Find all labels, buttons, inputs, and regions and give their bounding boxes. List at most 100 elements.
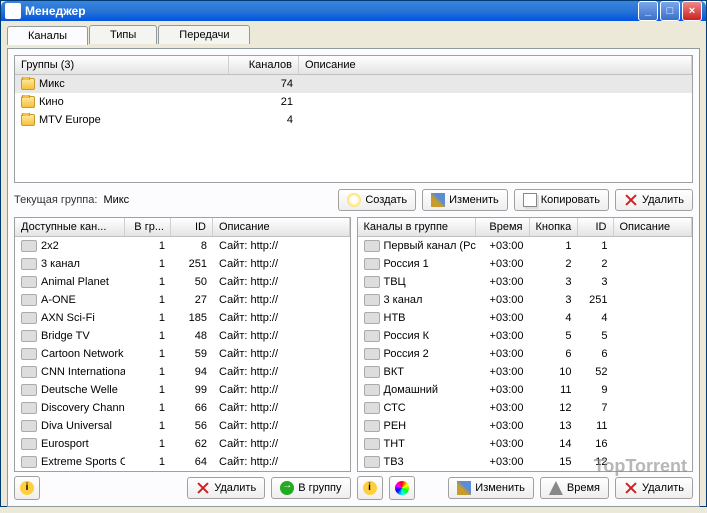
available-channels-grid: Доступные кан... В гр... ID Описание 2x2… xyxy=(14,217,351,472)
available-channel-row[interactable]: Deutsche Welle199Сайт: http:// xyxy=(15,381,350,399)
available-channel-row[interactable]: Bridge TV148Сайт: http:// xyxy=(15,327,350,345)
channel-icon xyxy=(21,330,37,342)
tab-types[interactable]: Типы xyxy=(89,25,157,44)
col-grp-time[interactable]: Время xyxy=(476,218,530,236)
delete-avail-button[interactable]: Удалить xyxy=(187,477,265,499)
col-avail-desc[interactable]: Описание xyxy=(213,218,350,236)
group-channel-row[interactable]: Первый канал (Рс+03:0011 xyxy=(358,237,693,255)
col-grp-id[interactable]: ID xyxy=(578,218,614,236)
channel-icon xyxy=(364,456,380,468)
copy-button[interactable]: Копировать xyxy=(514,189,609,211)
current-group-value: Микс xyxy=(103,194,129,206)
group-channel-row[interactable]: ТНТ+03:001416 xyxy=(358,435,693,453)
pencil-icon xyxy=(457,481,471,495)
create-button[interactable]: Создать xyxy=(338,189,416,211)
pencil-icon xyxy=(431,193,445,207)
channel-icon xyxy=(21,240,37,252)
folder-icon xyxy=(21,114,35,126)
info-icon: i xyxy=(20,481,34,495)
channel-icon xyxy=(364,420,380,432)
channel-icon xyxy=(21,438,37,450)
col-grp-btn[interactable]: Кнопка xyxy=(530,218,578,236)
group-channel-row[interactable]: ТВЦ+03:0033 xyxy=(358,273,693,291)
group-channel-row[interactable]: 3 канал+03:003251 xyxy=(358,291,693,309)
col-avail-grp[interactable]: В гр... xyxy=(125,218,171,236)
channel-icon xyxy=(364,402,380,414)
minimize-button[interactable]: _ xyxy=(638,1,658,21)
available-channel-row[interactable]: Extreme Sports Ch164Сайт: http:// xyxy=(15,453,350,471)
group-row[interactable]: Микс74 xyxy=(15,75,692,93)
available-channel-row[interactable]: AXN Sci-Fi1185Сайт: http:// xyxy=(15,309,350,327)
clock-icon xyxy=(549,481,563,495)
group-row[interactable]: Кино21 xyxy=(15,93,692,111)
close-button[interactable]: × xyxy=(682,1,702,21)
col-avail-name[interactable]: Доступные кан... xyxy=(15,218,125,236)
tab-channels[interactable]: Каналы xyxy=(7,26,88,45)
info-button-right[interactable]: i xyxy=(357,476,383,500)
col-group-channels[interactable]: Каналов xyxy=(229,56,299,74)
channel-icon xyxy=(21,420,37,432)
time-button[interactable]: Время xyxy=(540,477,609,499)
channel-icon xyxy=(21,258,37,270)
delete-group-channel-button[interactable]: Удалить xyxy=(615,477,693,499)
group-channel-row[interactable]: РЕН+03:001311 xyxy=(358,417,693,435)
col-group-name[interactable]: Группы (3) xyxy=(15,56,229,74)
channel-icon xyxy=(364,276,380,288)
window-title: Менеджер xyxy=(25,4,638,18)
channel-icon xyxy=(21,456,37,468)
channel-icon xyxy=(364,366,380,378)
channel-icon xyxy=(21,366,37,378)
channel-icon xyxy=(21,402,37,414)
channel-icon xyxy=(21,276,37,288)
sun-icon xyxy=(347,193,361,207)
app-icon xyxy=(5,3,21,19)
group-channel-row[interactable]: Россия 1+03:0022 xyxy=(358,255,693,273)
group-channel-row[interactable]: СТС+03:00127 xyxy=(358,399,693,417)
group-channels-grid: Каналы в группе Время Кнопка ID Описание… xyxy=(357,217,694,472)
group-channel-row[interactable]: Россия К+03:0055 xyxy=(358,327,693,345)
col-group-desc[interactable]: Описание xyxy=(299,56,692,74)
folder-icon xyxy=(21,96,35,108)
available-channel-row[interactable]: Discovery Channel166Сайт: http:// xyxy=(15,399,350,417)
palette-icon xyxy=(395,481,409,495)
group-channel-row[interactable]: НТВ+03:0044 xyxy=(358,309,693,327)
channel-icon xyxy=(21,348,37,360)
delete-icon xyxy=(624,481,638,495)
edit-button[interactable]: Изменить xyxy=(422,189,508,211)
available-channel-row[interactable]: CNN International194Сайт: http:// xyxy=(15,363,350,381)
tab-programs[interactable]: Передачи xyxy=(158,25,250,44)
col-avail-id[interactable]: ID xyxy=(171,218,213,236)
group-row[interactable]: MTV Europe4 xyxy=(15,111,692,129)
available-channel-row[interactable]: 2x218Сайт: http:// xyxy=(15,237,350,255)
color-button[interactable] xyxy=(389,476,415,500)
channel-icon xyxy=(364,240,380,252)
available-channel-row[interactable]: Animal Planet150Сайт: http:// xyxy=(15,273,350,291)
group-channel-row[interactable]: Домашний+03:00119 xyxy=(358,381,693,399)
available-channel-row[interactable]: A-ONE127Сайт: http:// xyxy=(15,291,350,309)
delete-button[interactable]: Удалить xyxy=(615,189,693,211)
channel-icon xyxy=(21,312,37,324)
col-grp-desc[interactable]: Описание xyxy=(614,218,693,236)
channel-icon xyxy=(364,384,380,396)
copy-icon xyxy=(523,193,537,207)
channel-icon xyxy=(364,312,380,324)
available-channel-row[interactable]: 3 канал1251Сайт: http:// xyxy=(15,255,350,273)
info-button-left[interactable]: i xyxy=(14,476,40,500)
available-channel-row[interactable]: Diva Universal156Сайт: http:// xyxy=(15,417,350,435)
col-grp-name[interactable]: Каналы в группе xyxy=(358,218,476,236)
edit-group-channel-button[interactable]: Изменить xyxy=(448,477,534,499)
channel-icon xyxy=(364,348,380,360)
available-channel-row[interactable]: Cartoon Network159Сайт: http:// xyxy=(15,345,350,363)
channel-icon xyxy=(21,294,37,306)
group-channel-row[interactable]: Россия 2+03:0066 xyxy=(358,345,693,363)
group-channel-row[interactable]: ТВ3+03:001512 xyxy=(358,453,693,471)
maximize-button[interactable]: □ xyxy=(660,1,680,21)
tabs: Каналы Типы Передачи xyxy=(7,25,700,44)
delete-icon xyxy=(196,481,210,495)
available-channel-row[interactable]: Eurosport162Сайт: http:// xyxy=(15,435,350,453)
group-channel-row[interactable]: ВКТ+03:001052 xyxy=(358,363,693,381)
current-group-label: Текущая группа: xyxy=(14,194,97,206)
channel-icon xyxy=(364,330,380,342)
to-group-button[interactable]: В группу xyxy=(271,477,350,499)
arrow-right-icon xyxy=(280,481,294,495)
